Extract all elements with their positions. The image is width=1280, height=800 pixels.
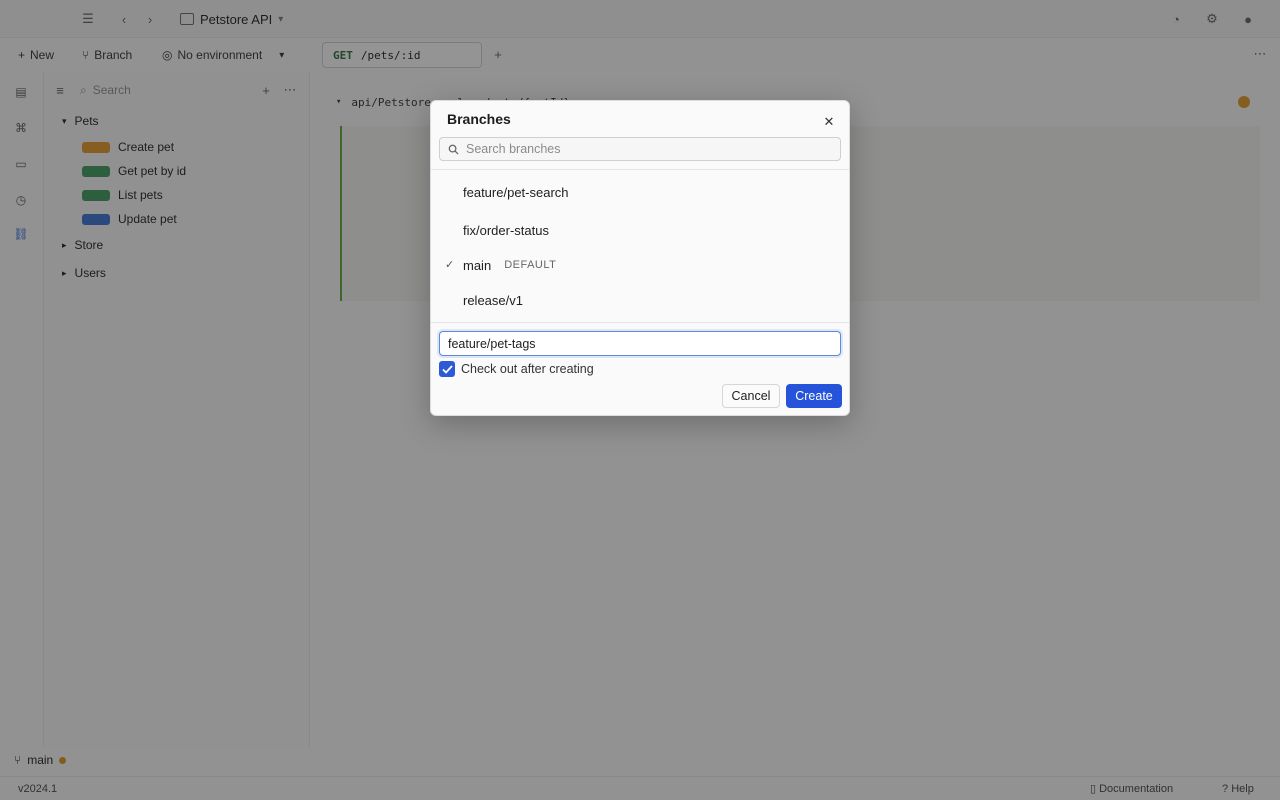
check-icon: ✓ <box>445 259 455 271</box>
checkmark-icon <box>441 364 453 374</box>
branch-item[interactable]: release/v1 <box>437 285 843 315</box>
search-icon <box>448 144 459 155</box>
checkout-checkbox[interactable] <box>439 361 455 377</box>
divider <box>431 322 849 323</box>
branch-search[interactable] <box>439 137 841 161</box>
branch-name: main <box>463 257 492 273</box>
divider <box>431 169 849 170</box>
branch-item[interactable]: fix/order-status <box>437 215 843 245</box>
branch-item-current[interactable]: ✓ main DEFAULT <box>437 250 843 280</box>
dialog-title: Branches <box>447 111 511 127</box>
new-branch-input[interactable] <box>448 336 828 351</box>
create-button[interactable]: Create <box>786 384 842 408</box>
branch-item[interactable]: feature/pet-search <box>437 177 843 207</box>
checkout-label: Check out after creating <box>461 362 594 376</box>
new-branch-field[interactable] <box>439 331 841 356</box>
close-icon[interactable]: ✕ <box>821 114 837 130</box>
default-badge: DEFAULT <box>504 259 557 271</box>
branch-name: fix/order-status <box>463 222 549 238</box>
branch-name: feature/pet-search <box>463 184 569 200</box>
branches-dialog: Branches ✕ feature/pet-search fix/order-… <box>430 100 850 416</box>
cancel-button[interactable]: Cancel <box>722 384 780 408</box>
checkout-option[interactable]: Check out after creating <box>439 361 594 377</box>
branch-name: release/v1 <box>463 292 523 308</box>
branch-search-input[interactable] <box>466 142 826 156</box>
